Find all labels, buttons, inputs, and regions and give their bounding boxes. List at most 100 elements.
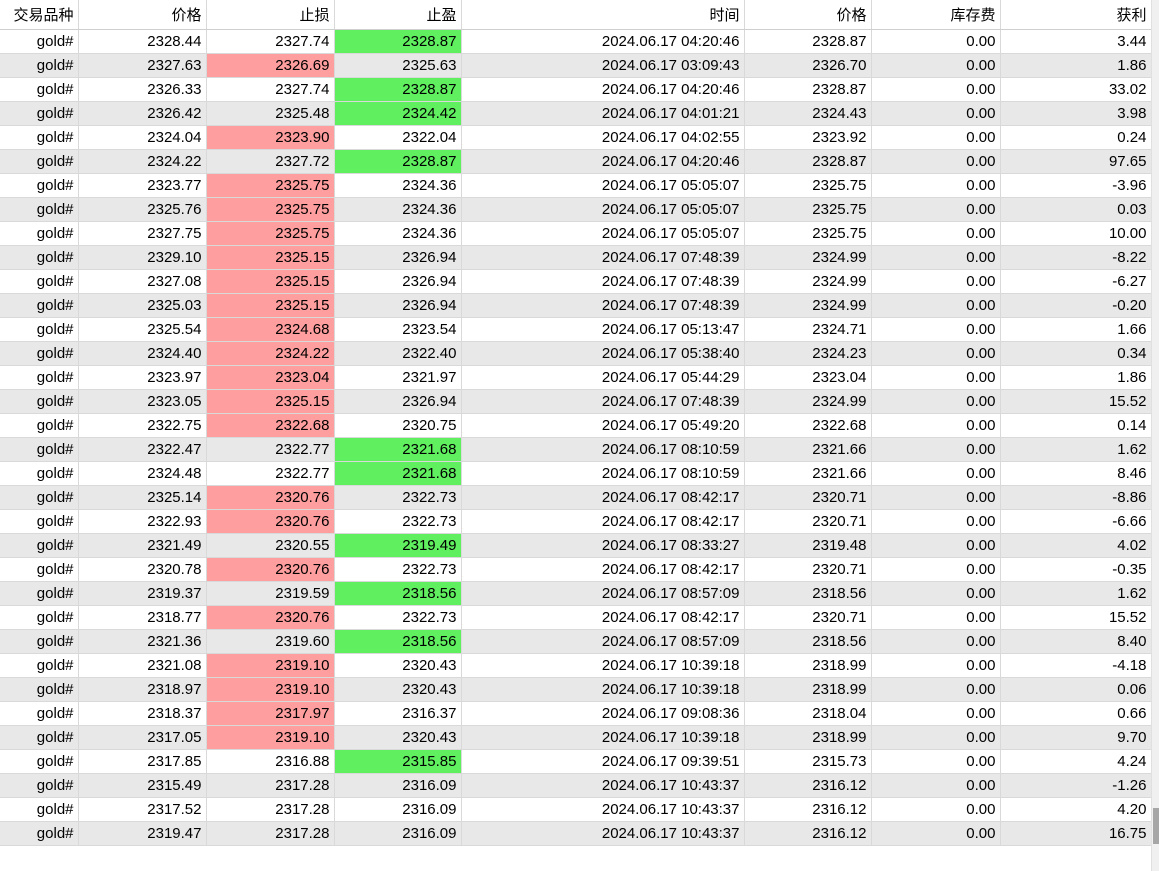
cell-stop-loss: 2327.74	[206, 77, 335, 102]
column-header-symbol[interactable]: 交易品种	[0, 0, 79, 30]
cell-time: 2024.06.17 08:42:17	[461, 485, 745, 510]
table-row[interactable]: gold# 2317.85 2316.88 2315.85 2024.06.17 09:…	[0, 749, 1151, 774]
cell-profit: -0.35	[1000, 557, 1151, 582]
cell-close-price: 2316.12	[744, 821, 872, 846]
table-row[interactable]: gold# 2321.36 2319.60 2318.56 2024.06.17 08:…	[0, 629, 1151, 654]
table-row[interactable]: gold# 2318.37 2317.97 2316.37 2024.06.17 09:…	[0, 701, 1151, 726]
cell-stop-loss: 2320.76	[206, 557, 335, 582]
cell-take-profit: 2328.87	[334, 149, 462, 174]
table-row[interactable]: gold# 2324.22 2327.72 2328.87 2024.06.17 04:…	[0, 149, 1151, 174]
column-header-take-profit[interactable]: 止盈	[334, 0, 462, 30]
table-row[interactable]: gold# 2324.04 2323.90 2322.04 2024.06.17 04:…	[0, 125, 1151, 150]
cell-profit: -6.66	[1000, 509, 1151, 534]
cell-price: 2327.63	[78, 53, 207, 78]
cell-symbol: gold#	[0, 629, 79, 654]
cell-take-profit: 2326.94	[334, 269, 462, 294]
table-row[interactable]: gold# 2322.47 2322.77 2321.68 2024.06.17 08:…	[0, 437, 1151, 462]
column-header-time[interactable]: 时间	[461, 0, 745, 30]
table-row[interactable]: gold# 2325.03 2325.15 2326.94 2024.06.17 07:…	[0, 293, 1151, 318]
cell-price: 2322.93	[78, 509, 207, 534]
cell-profit: 8.40	[1000, 629, 1151, 654]
cell-time: 2024.06.17 08:42:17	[461, 605, 745, 630]
cell-swap: 0.00	[871, 677, 1001, 702]
cell-time: 2024.06.17 10:39:18	[461, 725, 745, 750]
table-row[interactable]: gold# 2319.47 2317.28 2316.09 2024.06.17 10:…	[0, 821, 1151, 846]
cell-take-profit: 2322.73	[334, 485, 462, 510]
cell-close-price: 2324.71	[744, 317, 872, 342]
cell-symbol: gold#	[0, 797, 79, 822]
table-row[interactable]: gold# 2325.14 2320.76 2322.73 2024.06.17 08:…	[0, 485, 1151, 510]
cell-swap: 0.00	[871, 317, 1001, 342]
table-row[interactable]: gold# 2324.40 2324.22 2322.40 2024.06.17 05:…	[0, 341, 1151, 366]
table-row[interactable]: gold# 2326.33 2327.74 2328.87 2024.06.17 04:…	[0, 77, 1151, 102]
cell-swap: 0.00	[871, 437, 1001, 462]
table-row[interactable]: gold# 2317.52 2317.28 2316.09 2024.06.17 10:…	[0, 797, 1151, 822]
table-row[interactable]: gold# 2321.08 2319.10 2320.43 2024.06.17 10:…	[0, 653, 1151, 678]
column-header-price[interactable]: 价格	[78, 0, 207, 30]
table-row[interactable]: gold# 2323.97 2323.04 2321.97 2024.06.17 05:…	[0, 365, 1151, 390]
cell-swap: 0.00	[871, 533, 1001, 558]
cell-profit: 16.75	[1000, 821, 1151, 846]
cell-time: 2024.06.17 08:57:09	[461, 581, 745, 606]
cell-price: 2322.47	[78, 437, 207, 462]
table-row[interactable]: gold# 2321.49 2320.55 2319.49 2024.06.17 08:…	[0, 533, 1151, 558]
cell-stop-loss: 2319.60	[206, 629, 335, 654]
cell-stop-loss: 2326.69	[206, 53, 335, 78]
vertical-scrollbar[interactable]	[1151, 0, 1159, 871]
table-row[interactable]: gold# 2325.76 2325.75 2324.36 2024.06.17 05:…	[0, 197, 1151, 222]
column-header-profit[interactable]: 获利	[1000, 0, 1151, 30]
table-row[interactable]: gold# 2319.37 2319.59 2318.56 2024.06.17 08:…	[0, 581, 1151, 606]
cell-profit: -4.18	[1000, 653, 1151, 678]
cell-swap: 0.00	[871, 293, 1001, 318]
column-header-swap[interactable]: 库存费	[871, 0, 1001, 30]
table-row[interactable]: gold# 2323.05 2325.15 2326.94 2024.06.17 07:…	[0, 389, 1151, 414]
cell-symbol: gold#	[0, 53, 79, 78]
trade-history-grid: 交易品种 价格 止损 止盈 时间 价格 库存费 获利 gold# 2328.44 2…	[0, 0, 1151, 871]
scrollbar-thumb[interactable]	[1153, 808, 1159, 844]
cell-profit: 15.52	[1000, 389, 1151, 414]
cell-stop-loss: 2319.10	[206, 653, 335, 678]
cell-swap: 0.00	[871, 413, 1001, 438]
table-row[interactable]: gold# 2318.77 2320.76 2322.73 2024.06.17 08:…	[0, 605, 1151, 630]
cell-close-price: 2318.99	[744, 725, 872, 750]
cell-symbol: gold#	[0, 101, 79, 126]
table-row[interactable]: gold# 2322.93 2320.76 2322.73 2024.06.17 08:…	[0, 509, 1151, 534]
table-row[interactable]: gold# 2328.44 2327.74 2328.87 2024.06.17 04:…	[0, 29, 1151, 54]
cell-profit: 4.20	[1000, 797, 1151, 822]
cell-time: 2024.06.17 07:48:39	[461, 245, 745, 270]
cell-price: 2317.05	[78, 725, 207, 750]
table-row[interactable]: gold# 2320.78 2320.76 2322.73 2024.06.17 08:…	[0, 557, 1151, 582]
table-row[interactable]: gold# 2325.54 2324.68 2323.54 2024.06.17 05:…	[0, 317, 1151, 342]
table-row[interactable]: gold# 2324.48 2322.77 2321.68 2024.06.17 08:…	[0, 461, 1151, 486]
cell-take-profit: 2316.09	[334, 797, 462, 822]
cell-time: 2024.06.17 10:43:37	[461, 773, 745, 798]
table-row[interactable]: gold# 2327.75 2325.75 2324.36 2024.06.17 05:…	[0, 221, 1151, 246]
table-row[interactable]: gold# 2329.10 2325.15 2326.94 2024.06.17 07:…	[0, 245, 1151, 270]
cell-time: 2024.06.17 08:57:09	[461, 629, 745, 654]
table-row[interactable]: gold# 2317.05 2319.10 2320.43 2024.06.17 10:…	[0, 725, 1151, 750]
table-row[interactable]: gold# 2322.75 2322.68 2320.75 2024.06.17 05:…	[0, 413, 1151, 438]
table-row[interactable]: gold# 2327.08 2325.15 2326.94 2024.06.17 07:…	[0, 269, 1151, 294]
table-row[interactable]: gold# 2315.49 2317.28 2316.09 2024.06.17 10:…	[0, 773, 1151, 798]
column-header-stop-loss[interactable]: 止损	[206, 0, 335, 30]
cell-stop-loss: 2325.15	[206, 389, 335, 414]
table-row[interactable]: gold# 2318.97 2319.10 2320.43 2024.06.17 10:…	[0, 677, 1151, 702]
cell-swap: 0.00	[871, 221, 1001, 246]
column-header-close-price[interactable]: 价格	[744, 0, 872, 30]
cell-take-profit: 2326.94	[334, 389, 462, 414]
cell-time: 2024.06.17 08:10:59	[461, 437, 745, 462]
cell-profit: 4.02	[1000, 533, 1151, 558]
table-row[interactable]: gold# 2326.42 2325.48 2324.42 2024.06.17 04:…	[0, 101, 1151, 126]
cell-stop-loss: 2319.59	[206, 581, 335, 606]
cell-stop-loss: 2323.04	[206, 365, 335, 390]
cell-close-price: 2324.99	[744, 389, 872, 414]
table-row[interactable]: gold# 2323.77 2325.75 2324.36 2024.06.17 05:…	[0, 173, 1151, 198]
cell-stop-loss: 2323.90	[206, 125, 335, 150]
cell-take-profit: 2324.36	[334, 197, 462, 222]
table-row[interactable]: gold# 2327.63 2326.69 2325.63 2024.06.17 03:…	[0, 53, 1151, 78]
cell-price: 2321.49	[78, 533, 207, 558]
cell-swap: 0.00	[871, 725, 1001, 750]
cell-stop-loss: 2325.15	[206, 245, 335, 270]
cell-stop-loss: 2325.15	[206, 293, 335, 318]
cell-stop-loss: 2319.10	[206, 725, 335, 750]
